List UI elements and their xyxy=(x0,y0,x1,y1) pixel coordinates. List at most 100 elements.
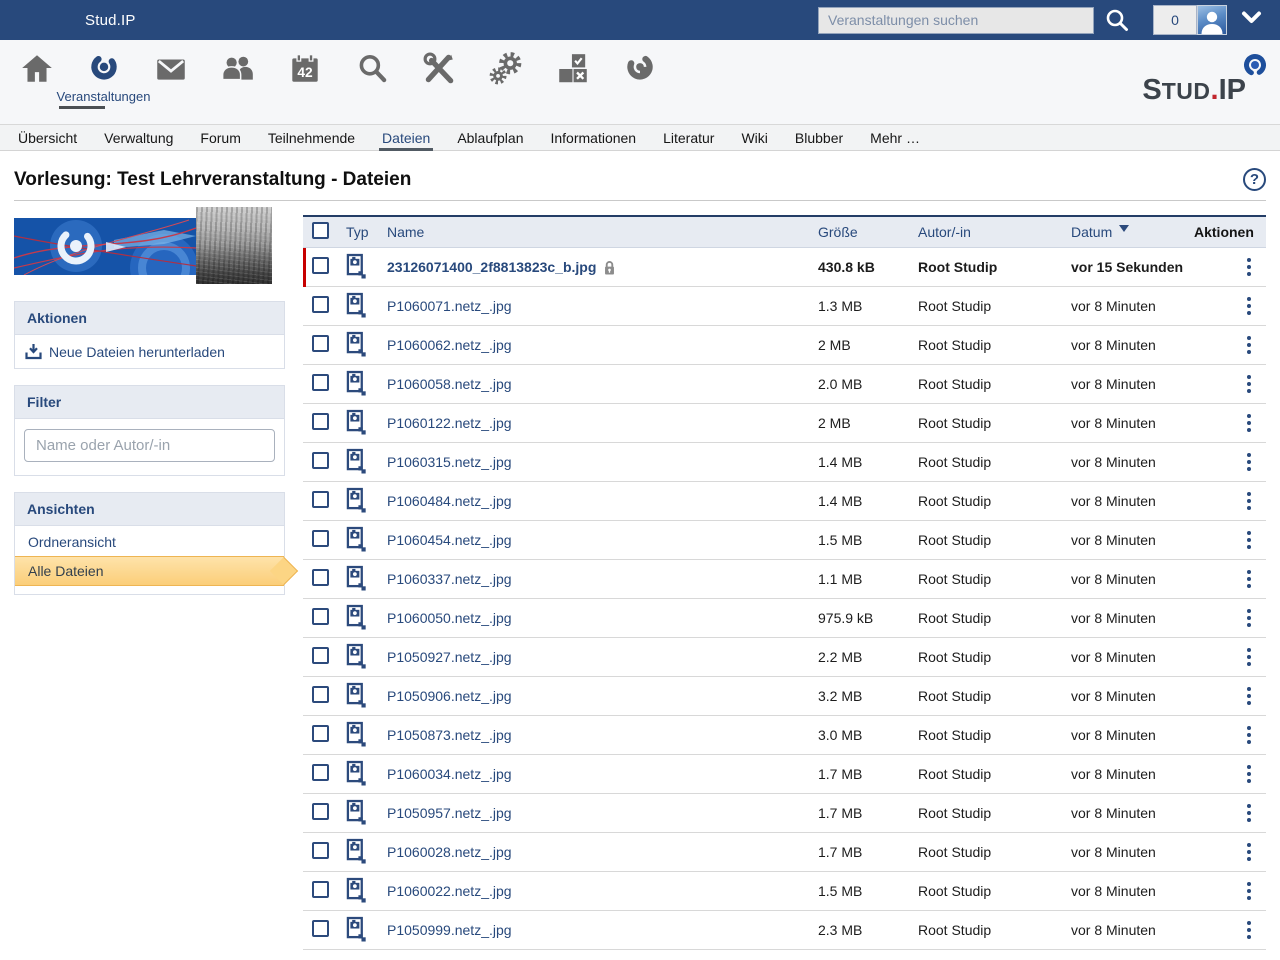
row-checkbox[interactable] xyxy=(312,569,329,586)
search-nav-icon[interactable] xyxy=(338,51,405,109)
row-actions-menu[interactable] xyxy=(1245,373,1253,395)
row-actions-menu[interactable] xyxy=(1245,841,1253,863)
download-new-files-link[interactable]: Neue Dateien herunterladen xyxy=(15,335,284,368)
row-actions-menu[interactable] xyxy=(1245,334,1253,356)
table-body: 23126071400_2f8813823c_b.jpg 430.8 kB Ro… xyxy=(303,248,1266,950)
row-checkbox[interactable] xyxy=(312,452,329,469)
file-name-link[interactable]: P1060454.netz_.jpg xyxy=(387,532,512,548)
avatar[interactable] xyxy=(1197,5,1227,35)
course-tab[interactable]: Forum xyxy=(200,125,240,150)
file-size: 3.0 MB xyxy=(818,727,918,743)
col-author[interactable]: Autor/-in xyxy=(918,224,1071,240)
course-tab[interactable]: Teilnehmende xyxy=(268,125,355,150)
row-checkbox[interactable] xyxy=(312,257,329,274)
row-checkbox[interactable] xyxy=(312,647,329,664)
row-actions-menu[interactable] xyxy=(1245,802,1253,824)
row-actions-menu[interactable] xyxy=(1245,724,1253,746)
col-date[interactable]: Datum xyxy=(1071,224,1194,240)
row-checkbox[interactable] xyxy=(312,803,329,820)
tools-icon[interactable] xyxy=(405,51,472,109)
resources-icon[interactable] xyxy=(539,51,606,109)
file-name-link[interactable]: P1060315.netz_.jpg xyxy=(387,454,512,470)
file-name-link[interactable]: P1050999.netz_.jpg xyxy=(387,922,512,938)
view-item[interactable]: Alle Dateien xyxy=(15,556,284,586)
course-tab[interactable]: Verwaltung xyxy=(104,125,173,150)
file-name-link[interactable]: 23126071400_2f8813823c_b.jpg xyxy=(387,259,596,275)
row-actions-menu[interactable] xyxy=(1245,295,1253,317)
row-actions-menu[interactable] xyxy=(1245,451,1253,473)
planner-icon[interactable]: 42 xyxy=(271,51,338,109)
file-name-link[interactable]: P1060028.netz_.jpg xyxy=(387,844,512,860)
course-tab[interactable]: Übersicht xyxy=(18,125,77,150)
view-item[interactable]: Ordneransicht xyxy=(15,528,284,556)
course-tab[interactable]: Ablaufplan xyxy=(457,125,523,150)
row-actions-menu[interactable] xyxy=(1245,412,1253,434)
file-name-link[interactable]: P1060034.netz_.jpg xyxy=(387,766,512,782)
row-checkbox[interactable] xyxy=(312,296,329,313)
global-search-input[interactable] xyxy=(818,7,1094,34)
chevron-down-icon[interactable] xyxy=(1241,10,1262,30)
community-icon[interactable] xyxy=(204,51,271,109)
col-name[interactable]: Name xyxy=(387,224,818,240)
course-tab[interactable]: Blubber xyxy=(795,125,843,150)
row-checkbox[interactable] xyxy=(312,686,329,703)
row-actions-menu[interactable] xyxy=(1245,685,1253,707)
file-name-link[interactable]: P1050927.netz_.jpg xyxy=(387,649,512,665)
file-name-link[interactable]: P1050906.netz_.jpg xyxy=(387,688,512,704)
file-date: vor 8 Minuten xyxy=(1071,337,1194,353)
notification-counter[interactable]: 0 xyxy=(1153,5,1197,35)
file-author: Root Studip xyxy=(918,649,1071,665)
row-actions-menu[interactable] xyxy=(1245,646,1253,668)
file-name-link[interactable]: P1060071.netz_.jpg xyxy=(387,298,512,314)
row-checkbox[interactable] xyxy=(312,530,329,547)
file-name-link[interactable]: P1060058.netz_.jpg xyxy=(387,376,512,392)
row-actions-menu[interactable] xyxy=(1245,490,1253,512)
select-all-checkbox[interactable] xyxy=(312,222,329,239)
admin-icon[interactable] xyxy=(472,51,539,109)
row-checkbox[interactable] xyxy=(312,374,329,391)
file-name-link[interactable]: P1050873.netz_.jpg xyxy=(387,727,512,743)
course-tab[interactable]: Wiki xyxy=(741,125,767,150)
oer-icon[interactable] xyxy=(606,51,673,109)
file-name-link[interactable]: P1060062.netz_.jpg xyxy=(387,337,512,353)
row-checkbox[interactable] xyxy=(312,842,329,859)
file-author: Root Studip xyxy=(918,454,1071,470)
row-checkbox[interactable] xyxy=(312,608,329,625)
file-date: vor 8 Minuten xyxy=(1071,454,1194,470)
course-tab[interactable]: Mehr … xyxy=(870,125,920,150)
row-checkbox[interactable] xyxy=(312,920,329,937)
file-name-link[interactable]: P1050957.netz_.jpg xyxy=(387,805,512,821)
course-tab[interactable]: Informationen xyxy=(550,125,636,150)
row-actions-menu[interactable] xyxy=(1245,880,1253,902)
col-size[interactable]: Größe xyxy=(818,224,918,240)
filter-input[interactable] xyxy=(24,429,275,462)
row-actions-menu[interactable] xyxy=(1245,529,1253,551)
file-name-link[interactable]: P1060022.netz_.jpg xyxy=(387,883,512,899)
row-actions-menu[interactable] xyxy=(1245,607,1253,629)
search-icon[interactable] xyxy=(1104,7,1130,33)
courses-icon[interactable]: Veranstaltungen xyxy=(70,51,137,109)
course-tab[interactable]: Literatur xyxy=(663,125,714,150)
table-row: P1060028.netz_.jpg 1.7 MB Root Studip vo… xyxy=(303,833,1266,872)
file-name-link[interactable]: P1060122.netz_.jpg xyxy=(387,415,512,431)
help-icon[interactable]: ? xyxy=(1243,168,1266,191)
messages-icon[interactable] xyxy=(137,51,204,109)
file-name-link[interactable]: P1060484.netz_.jpg xyxy=(387,493,512,509)
row-checkbox[interactable] xyxy=(312,764,329,781)
row-checkbox[interactable] xyxy=(312,491,329,508)
row-checkbox[interactable] xyxy=(312,725,329,742)
file-name-link[interactable]: P1060337.netz_.jpg xyxy=(387,571,512,587)
row-checkbox[interactable] xyxy=(312,335,329,352)
col-typ[interactable]: Typ xyxy=(343,224,387,240)
row-actions-menu[interactable] xyxy=(1245,568,1253,590)
file-size: 1.3 MB xyxy=(818,298,918,314)
file-image-icon xyxy=(346,695,367,711)
row-actions-menu[interactable] xyxy=(1245,763,1253,785)
row-actions-menu[interactable] xyxy=(1245,919,1253,941)
row-checkbox[interactable] xyxy=(312,881,329,898)
course-tab[interactable]: Dateien xyxy=(382,125,430,150)
row-checkbox[interactable] xyxy=(312,413,329,430)
row-actions-menu[interactable] xyxy=(1245,256,1253,278)
file-name-link[interactable]: P1060050.netz_.jpg xyxy=(387,610,512,626)
file-author: Root Studip xyxy=(918,376,1071,392)
